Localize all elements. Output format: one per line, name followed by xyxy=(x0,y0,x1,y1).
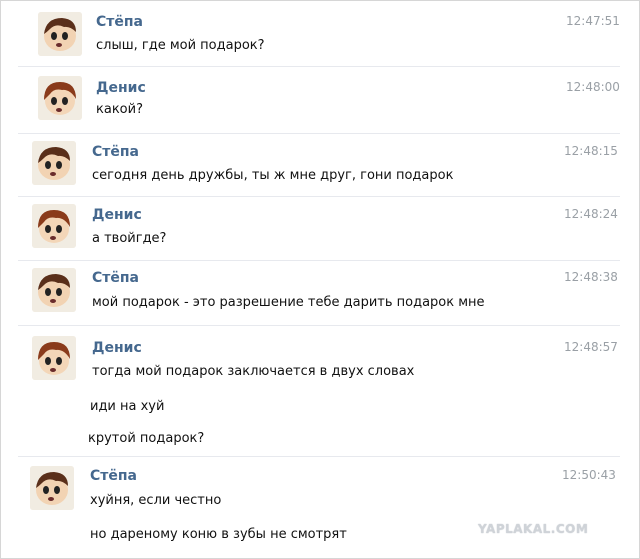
avatar-icon xyxy=(38,76,82,120)
avatar-stepa[interactable] xyxy=(38,12,82,56)
message-text: крутой подарок? xyxy=(88,431,205,446)
message-author[interactable]: Стёпа xyxy=(92,144,139,160)
message-text: сегодня день дружбы, ты ж мне друг, гони… xyxy=(92,168,454,183)
message-time: 12:48:24 xyxy=(564,207,618,221)
avatar-stepa[interactable] xyxy=(32,268,76,312)
avatar-denis[interactable] xyxy=(38,76,82,120)
message-author[interactable]: Стёпа xyxy=(90,468,137,484)
message-divider xyxy=(18,260,620,261)
message-divider xyxy=(18,66,620,67)
avatar-denis[interactable] xyxy=(32,336,76,380)
message-time: 12:47:51 xyxy=(566,14,620,28)
message-text: иди на хуй xyxy=(90,399,165,414)
message-text: слыш, где мой подарок? xyxy=(96,38,265,53)
message-text: но дареному коню в зубы не смотрят xyxy=(90,527,347,542)
message-time: 12:48:00 xyxy=(566,80,620,94)
message-divider xyxy=(18,325,620,326)
avatar-denis[interactable] xyxy=(32,204,76,248)
message-divider xyxy=(18,196,620,197)
message-author[interactable]: Стёпа xyxy=(96,14,143,30)
message-author[interactable]: Денис xyxy=(92,340,142,356)
message-divider xyxy=(18,456,620,457)
message-text: тогда мой подарок заключается в двух сло… xyxy=(92,364,415,379)
message-author[interactable]: Денис xyxy=(96,80,146,96)
watermark: YAPLAKAL.COM xyxy=(478,522,589,536)
message-time: 12:50:43 xyxy=(562,468,616,482)
message-text: мой подарок - это разрешение тебе дарить… xyxy=(92,295,485,310)
avatar-icon xyxy=(30,466,74,510)
message-time: 12:48:57 xyxy=(564,340,618,354)
message-text: хуйня, если честно xyxy=(90,493,222,508)
avatar-icon xyxy=(32,204,76,248)
avatar-icon xyxy=(32,268,76,312)
avatar-icon xyxy=(38,12,82,56)
avatar-icon xyxy=(32,141,76,185)
avatar-stepa[interactable] xyxy=(32,141,76,185)
avatar-icon xyxy=(32,336,76,380)
message-author[interactable]: Денис xyxy=(92,207,142,223)
message-time: 12:48:15 xyxy=(564,144,618,158)
message-divider xyxy=(18,133,620,134)
message-time: 12:48:38 xyxy=(564,270,618,284)
message-text: а твойгде? xyxy=(92,231,167,246)
message-author[interactable]: Стёпа xyxy=(92,270,139,286)
message-text: какой? xyxy=(96,102,143,117)
avatar-stepa[interactable] xyxy=(30,466,74,510)
